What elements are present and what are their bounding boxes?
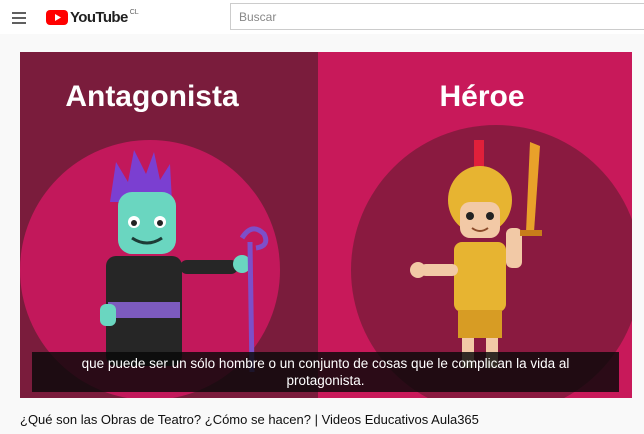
video-player[interactable]: Antagonista Héroe que puede ser un sólo … [20, 52, 632, 398]
logo-text: YouTube [70, 8, 128, 26]
caption-line-1: que puede ser un sólo hombre o un conjun… [81, 356, 570, 371]
youtube-logo[interactable]: YouTube CL [46, 6, 139, 28]
top-bar: YouTube CL [0, 0, 644, 34]
video-frame: Antagonista Héroe [20, 52, 632, 398]
search-input[interactable] [230, 3, 644, 30]
menu-icon[interactable] [9, 7, 29, 27]
caption-line-2: protagonista. [286, 373, 365, 388]
region-code: CL [129, 8, 139, 16]
youtube-play-icon [46, 9, 68, 25]
right-panel-heading: Héroe [439, 80, 524, 113]
left-panel-heading: Antagonista [65, 80, 239, 113]
video-title[interactable]: ¿Qué son las Obras de Teatro? ¿Cómo se h… [20, 412, 630, 427]
caption-box: que puede ser un sólo hombre o un conjun… [32, 352, 619, 392]
